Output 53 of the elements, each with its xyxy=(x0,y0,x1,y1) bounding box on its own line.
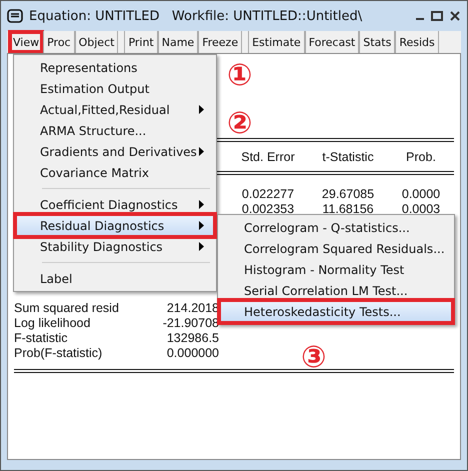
stat-label: Log likelihood xyxy=(14,316,92,331)
menu-item[interactable]: Stability Diagnostics xyxy=(16,236,214,257)
submenu-arrow-icon xyxy=(199,147,204,156)
menu-item[interactable]: Serial Correlation LM Test... xyxy=(220,280,452,301)
toolbar-button[interactable]: Proc xyxy=(43,31,75,53)
column-header: Prob. xyxy=(405,150,437,165)
close-icon[interactable] xyxy=(449,10,461,22)
menu-item[interactable]: Gradients and Derivatives xyxy=(16,141,214,162)
table-cell-text: 29.67085 xyxy=(320,187,376,202)
menu-item[interactable]: Coefficient Diagnostics xyxy=(16,194,214,215)
stat-label: Prob(F-statistic) xyxy=(14,346,104,361)
toolbar-button[interactable]: Forecast xyxy=(304,31,360,53)
maximize-icon[interactable] xyxy=(431,11,443,21)
menu-item[interactable]: Heteroskedasticity Tests... xyxy=(220,301,452,322)
table-cell-text: 0.002353 xyxy=(240,202,296,217)
stat-label: F-statistic xyxy=(14,331,68,346)
submenu-arrow-icon xyxy=(199,200,204,209)
table-cell-text: 0.022277 xyxy=(240,187,296,202)
toolbar-button[interactable]: View xyxy=(9,31,44,53)
table-cell-text: 0.0000 xyxy=(400,187,442,202)
stat-label: Sum squared resid xyxy=(14,301,120,316)
toolbar-button[interactable]: Name xyxy=(158,31,198,53)
column-header: t-Statistic xyxy=(321,150,375,165)
menu-item[interactable]: Residual Diagnostics xyxy=(16,215,214,236)
stat-value: 0.000000 xyxy=(166,346,219,361)
submenu-arrow-icon xyxy=(199,105,204,114)
toolbar-button[interactable]: Resids xyxy=(395,31,439,53)
menu-item[interactable]: Correlogram - Q-statistics... xyxy=(220,217,452,238)
menu-item[interactable]: Covariance Matrix xyxy=(16,162,214,183)
stat-value: 132986.5 xyxy=(166,331,219,346)
toolbar-button[interactable]: Freeze xyxy=(198,31,242,53)
toolbar-button[interactable]: Print xyxy=(124,31,158,53)
toolbar-button[interactable]: Object xyxy=(74,31,118,53)
menu-item[interactable]: Representations xyxy=(16,57,214,78)
table-cell-text: 11.68156 xyxy=(321,202,375,217)
menu-item[interactable]: Label xyxy=(16,268,214,289)
menu-item[interactable]: Correlogram Squared Residuals... xyxy=(220,238,452,259)
submenu-arrow-icon xyxy=(199,242,204,251)
stat-value: -21.90708 xyxy=(162,316,219,331)
toolbar-button[interactable]: Stats xyxy=(359,31,396,53)
step-number: ② xyxy=(227,109,252,139)
menu-icon xyxy=(7,9,23,23)
step-number: ① xyxy=(227,61,252,91)
column-header: Std. Error xyxy=(240,150,296,165)
menu-item[interactable]: Histogram - Normality Test xyxy=(220,259,452,280)
submenu-arrow-icon xyxy=(199,221,204,230)
menu-item[interactable]: Actual,Fitted,Residual xyxy=(16,99,214,120)
toolbar-button[interactable]: Estimate xyxy=(248,31,305,53)
menu-item[interactable]: Estimation Output xyxy=(16,78,214,99)
menu-item[interactable]: ARMA Structure... xyxy=(16,120,214,141)
window-title: Equation: UNTITLED Workfile: UNTITLED::Untitled\ xyxy=(29,8,364,24)
step-number: ③ xyxy=(301,343,326,373)
table-cell-text: 0.0003 xyxy=(400,202,442,217)
